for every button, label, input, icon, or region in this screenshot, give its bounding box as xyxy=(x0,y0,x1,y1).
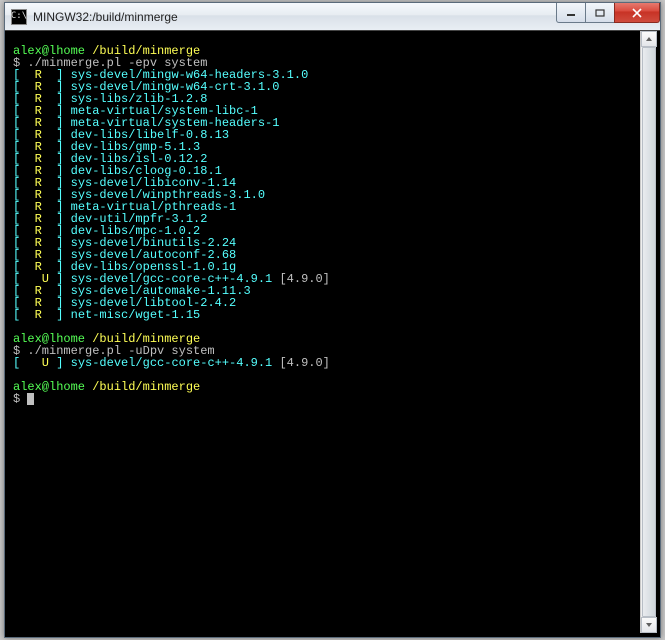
chevron-up-icon xyxy=(645,36,653,42)
minimize-button[interactable] xyxy=(556,3,586,23)
window-title: MINGW32:/build/minmerge xyxy=(33,10,178,24)
app-icon: C:\ xyxy=(11,9,27,25)
window-controls xyxy=(557,3,660,23)
maximize-button[interactable] xyxy=(585,3,615,23)
titlebar[interactable]: C:\ MINGW32:/build/minmerge xyxy=(5,3,660,31)
scroll-thumb[interactable] xyxy=(642,47,656,617)
package-line: [ R ] net-misc/wget-1.15 xyxy=(13,309,636,321)
terminal-window: C:\ MINGW32:/build/minmerge alex@lhome /… xyxy=(4,2,661,638)
maximize-icon xyxy=(595,9,605,17)
scrollbar[interactable] xyxy=(640,31,656,633)
prompt-line: alex@lhome /build/minmerge xyxy=(13,381,636,393)
scroll-up-button[interactable] xyxy=(641,31,657,47)
command-line: $ xyxy=(13,393,636,405)
close-button[interactable] xyxy=(614,3,660,23)
chevron-down-icon xyxy=(645,622,653,628)
terminal-output[interactable]: alex@lhome /build/minmerge$ ./minmerge.p… xyxy=(9,31,640,633)
close-icon xyxy=(631,8,643,18)
cursor xyxy=(27,393,34,405)
app-icon-glyph: C:\ xyxy=(11,12,27,21)
minimize-icon xyxy=(566,9,576,17)
client-area: alex@lhome /build/minmerge$ ./minmerge.p… xyxy=(9,31,656,633)
scroll-down-button[interactable] xyxy=(641,617,657,633)
package-line: [ U ] sys-devel/gcc-core-c++-4.9.1 [4.9.… xyxy=(13,357,636,369)
